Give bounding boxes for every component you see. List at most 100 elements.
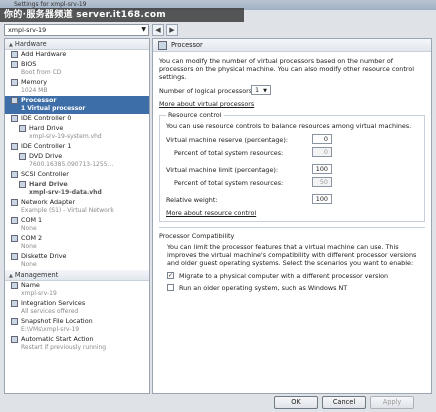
tree-item-label: Hard Drive [29,124,64,132]
tree-item-label: SCSI Controller [21,170,69,178]
pane-title: Processor [171,41,203,49]
tree-item-add-hardware[interactable]: Add Hardware [5,50,149,60]
ok-button[interactable]: OK [274,396,318,409]
limit-label: Virtual machine limit (percentage): [166,166,279,174]
tree-item-network-adapter[interactable]: Network Adapter Example (S1) - Virtual Ne… [5,198,149,216]
tree-item-name[interactable]: Name xmpl-srv-19 [5,281,149,299]
tree-item-sub: 1024 MB [21,87,48,94]
tree-item-label: Automatic Start Action [21,335,94,343]
older-os-checkbox-row[interactable]: Run an older operating system, such as W… [167,283,425,295]
reserve-percent-value: 0 [312,147,332,157]
resource-control-intro: You can use resource controls to balance… [166,122,412,130]
collapse-icon: ▲ [9,42,13,48]
tree-item-hard-drive-system[interactable]: Hard Drive xmpl-srv-19-system.vhd [5,124,149,142]
tree-item-label: Snapshot File Location [21,317,93,325]
add-hardware-icon [11,51,18,58]
management-section-header[interactable]: ▲ Management [5,270,149,281]
com-port-icon [11,217,18,224]
num-processors-select[interactable]: 1 ▼ [251,85,271,95]
chevron-down-icon: ▼ [141,26,146,33]
forward-button[interactable]: ▶ [166,24,178,36]
relative-weight-input[interactable]: 100 [312,194,332,204]
collapse-icon: ▲ [9,273,13,279]
hard-drive-icon [19,181,26,188]
tree-item-label: Diskette Drive [21,252,67,260]
tree-item-sub: xmpl-srv-19-system.vhd [29,133,102,140]
tree-item-com2[interactable]: COM 2 None [5,234,149,252]
window-title: Settings for xmpl-srv-19 [14,1,87,8]
more-resource-control-link[interactable]: More about resource control [166,209,256,217]
divider [159,227,425,228]
resource-control-group: Resource control You can use resource co… [159,111,425,222]
tree-item-label: IDE Controller 0 [21,114,72,122]
tree-item-label: DVD Drive [29,152,63,160]
vm-selector[interactable]: xmpl-srv-19 ▼ [4,24,149,36]
num-processors-label: Number of logical processors: [159,87,255,95]
tree-item-dvd-drive[interactable]: DVD Drive 7600.16385.090713-1255... [5,152,149,170]
auto-start-icon [11,336,18,343]
tree-item-label: COM 2 [21,234,43,242]
tree-item-ide-controller-0[interactable]: IDE Controller 0 [5,114,149,124]
tree-item-sub: Example (S1) - Virtual Network [21,207,114,214]
snapshot-folder-icon [11,318,18,325]
back-button[interactable]: ◀ [152,24,164,36]
management-header-label: Management [14,271,59,279]
integration-services-icon [11,300,18,307]
memory-icon [11,79,18,86]
tree-item-snapshot-location[interactable]: Snapshot File Location E:\VMs\xmpl-srv-19 [5,317,149,335]
tree-item-ide-controller-1[interactable]: IDE Controller 1 [5,142,149,152]
cancel-button[interactable]: Cancel [322,396,366,409]
tree-item-scsi-controller[interactable]: SCSI Controller [5,170,149,180]
tree-item-sub: 7600.16385.090713-1255... [29,161,114,168]
processor-icon [11,97,18,104]
tree-item-processor[interactable]: Processor 1 Virtual processor [5,96,149,114]
resource-control-legend: Resource control [168,111,222,119]
reserve-label: Virtual machine reserve (percentage): [166,136,288,144]
more-virtual-processors-link[interactable]: More about virtual processors [159,100,254,108]
dvd-drive-icon [19,153,26,160]
compat-intro: You can limit the processor features tha… [167,243,417,267]
tree-item-label: Processor [21,96,57,104]
tree-item-sub: Boot from CD [21,69,62,76]
tree-item-sub: All services offered [21,308,79,315]
tree-item-label: Name [21,281,40,289]
ide-controller-icon [11,115,18,122]
tree-item-auto-start-action[interactable]: Automatic Start Action Restart if previou… [5,335,149,353]
arrow-right-icon: ▶ [169,26,175,34]
tree-item-label: COM 1 [21,216,43,224]
scsi-controller-icon [11,171,18,178]
reserve-input[interactable]: 0 [312,134,332,144]
hardware-section-header[interactable]: ▲ Hardware [5,39,149,50]
tree-item-com1[interactable]: COM 1 None [5,216,149,234]
tree-item-sub: None [21,225,37,232]
tree-item-sub: Restart if previously running [21,344,107,351]
tree-item-sub: None [21,261,37,268]
limit-percent-label: Percent of total system resources: [174,179,284,187]
tree-item-label: BIOS [21,60,37,68]
tree-item-sub: E:\VMs\xmpl-srv-19 [21,326,80,333]
num-processors-value: 1 [255,86,260,94]
arrow-left-icon: ◀ [155,26,161,34]
migrate-checkbox-row[interactable]: ✓ Migrate to a physical computer with a … [167,271,425,283]
limit-percent-value: 50 [312,177,332,187]
ide-controller-icon [11,143,18,150]
tree-item-label: IDE Controller 1 [21,142,72,150]
tree-item-memory[interactable]: Memory 1024 MB [5,78,149,96]
bios-icon [11,61,18,68]
limit-input[interactable]: 100 [312,164,332,174]
tree-item-hard-drive-data[interactable]: Hard Drive xmpl-srv-19-data.vhd [5,180,149,198]
older-os-label: Run an older operating system, such as W… [179,284,348,292]
tree-item-label: Hard Drive [29,180,68,188]
apply-button[interactable]: Apply [370,396,414,409]
tree-item-sub: xmpl-srv-19-data.vhd [29,189,102,196]
tree-item-integration-services[interactable]: Integration Services All services offered [5,299,149,317]
tree-item-label: Integration Services [21,299,86,307]
migrate-checkbox[interactable]: ✓ [167,272,174,279]
older-os-checkbox[interactable] [167,284,174,291]
name-icon [11,282,18,289]
processor-icon [158,41,167,50]
tree-item-bios[interactable]: BIOS Boot from CD [5,60,149,78]
tree-item-diskette-drive[interactable]: Diskette Drive None [5,252,149,270]
chevron-down-icon: ▼ [263,88,267,94]
tree-item-label: Network Adapter [21,198,76,206]
